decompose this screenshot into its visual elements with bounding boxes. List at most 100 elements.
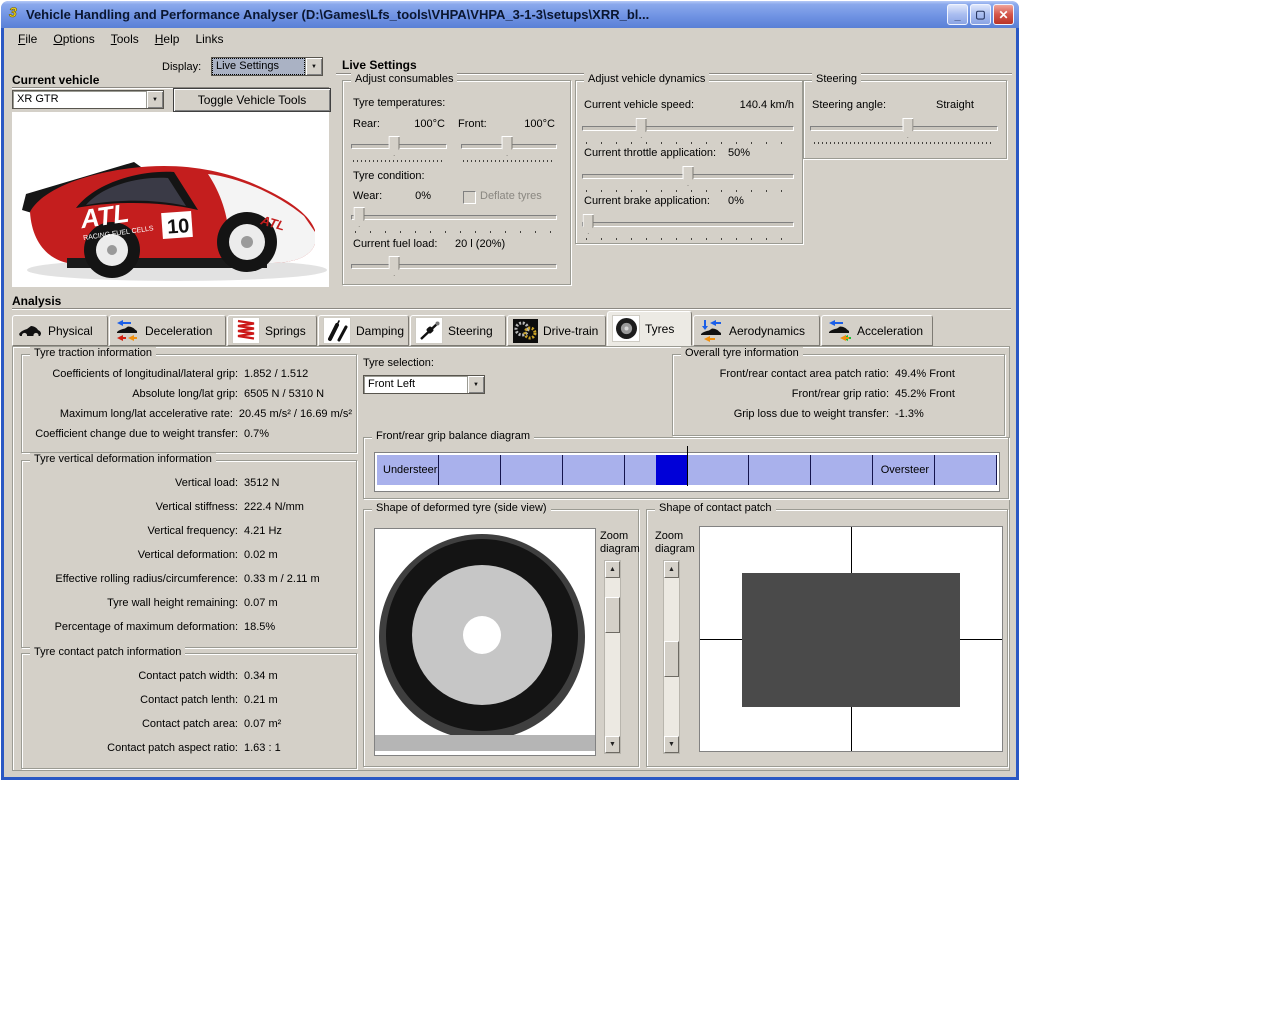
rear-temp-slider[interactable] xyxy=(351,136,447,157)
car-number-text: 10 xyxy=(166,215,190,238)
scroll-thumb[interactable] xyxy=(664,641,679,677)
tab-steering[interactable]: Steering xyxy=(410,315,506,346)
brake-slider[interactable] xyxy=(582,214,794,235)
scroll-down-button[interactable]: ▼ xyxy=(605,736,620,753)
aero-arrows-icon xyxy=(698,318,724,343)
steering-rack-icon xyxy=(415,317,443,344)
maximize-button[interactable]: ▢ xyxy=(970,4,991,25)
info-row: Front/rear contact area patch ratio: 49.4… xyxy=(677,368,1000,388)
chevron-down-icon: ▼ xyxy=(152,96,158,103)
info-value: 0.02 m xyxy=(244,549,278,561)
tyre-selection-button[interactable]: ▼ xyxy=(467,376,484,393)
group-title: Adjust vehicle dynamics xyxy=(584,73,710,85)
maximize-icon: ▢ xyxy=(975,8,986,21)
menu-help[interactable]: Help xyxy=(147,30,188,48)
throttle-label: Current throttle application: xyxy=(584,147,717,159)
tyre-contact-group: Tyre contact patch information Contact p… xyxy=(21,646,357,769)
minimize-button[interactable]: _ xyxy=(947,4,968,25)
slider-thumb[interactable] xyxy=(388,256,400,276)
front-temp-slider[interactable] xyxy=(461,136,557,157)
fuel-slider[interactable] xyxy=(351,256,557,277)
slider-thumb[interactable] xyxy=(388,136,400,156)
tab-damping[interactable]: Damping xyxy=(318,315,409,346)
scroll-down-button[interactable]: ▼ xyxy=(664,736,679,753)
adjust-dynamics-group: Adjust vehicle dynamics Current vehicle … xyxy=(575,73,803,244)
scroll-up-button[interactable]: ▲ xyxy=(605,561,620,578)
arrow-down-icon: ▼ xyxy=(609,741,616,748)
tab-tyres[interactable]: Tyres xyxy=(607,311,692,346)
info-value: 0.34 m xyxy=(244,670,278,682)
info-value: 49.4% Front xyxy=(895,368,955,380)
tyre-deformation-group: Tyre vertical deformation information Ve… xyxy=(21,453,357,648)
tyre-icon xyxy=(612,315,640,342)
arrow-up-icon: ▲ xyxy=(668,566,675,573)
info-label: Contact patch aspect ratio: xyxy=(107,742,238,754)
slider-thumb[interactable] xyxy=(682,166,694,186)
slider-thumb[interactable] xyxy=(353,207,365,227)
info-label: Vertical stiffness: xyxy=(155,501,238,513)
display-combobox-value: Live Settings xyxy=(212,58,305,75)
info-label: Coefficient change due to weight transfe… xyxy=(35,428,238,440)
info-row: Absolute long/lat grip: 6505 N / 5310 N xyxy=(26,388,352,408)
display-combobox-button[interactable]: ▼ xyxy=(305,58,322,75)
group-title: Shape of deformed tyre (side view) xyxy=(372,502,551,514)
slider-thumb[interactable] xyxy=(902,118,914,138)
grip-balance-marker xyxy=(656,455,687,485)
menu-links[interactable]: Links xyxy=(187,30,231,48)
tab-springs[interactable]: Springs xyxy=(227,315,317,346)
display-combobox[interactable]: Live Settings ▼ xyxy=(211,57,323,76)
slider-thumb[interactable] xyxy=(582,214,594,234)
damper-icon xyxy=(323,317,351,344)
tyre-selection-combobox[interactable]: Front Left ▼ xyxy=(363,375,485,394)
tyre-condition-label: Tyre condition: xyxy=(353,170,425,182)
group-title: Tyre vertical deformation information xyxy=(30,453,216,465)
grip-segment xyxy=(501,455,563,485)
steering-slider[interactable] xyxy=(810,118,998,139)
toggle-vehicle-tools-button[interactable]: Toggle Vehicle Tools xyxy=(173,88,331,112)
info-row: Vertical deformation: 0.02 m xyxy=(26,549,352,573)
chevron-down-icon: ▼ xyxy=(311,63,317,70)
grip-segment xyxy=(935,455,997,485)
scroll-up-button[interactable]: ▲ xyxy=(664,561,679,578)
info-label: Vertical load: xyxy=(175,477,238,489)
arrow-down-icon: ▼ xyxy=(668,741,675,748)
slider-thumb[interactable] xyxy=(635,118,647,138)
close-button[interactable]: ✕ xyxy=(993,4,1014,25)
vehicle-combobox-button[interactable]: ▼ xyxy=(146,91,163,108)
contact-patch-zoom-scrollbar[interactable]: ▲ ▼ xyxy=(663,560,680,754)
tab-deceleration[interactable]: Deceleration xyxy=(109,315,226,346)
analysis-panel: Tyre traction information Coefficients o… xyxy=(12,346,1010,771)
slider-ticks xyxy=(586,142,790,144)
tab-label: Physical xyxy=(48,323,93,338)
group-title: Tyre contact patch information xyxy=(30,646,186,658)
menu-tools[interactable]: Tools xyxy=(103,30,147,48)
steering-group: Steering Steering angle: Straight xyxy=(803,73,1007,159)
info-row: Coefficients of longitudinal/lateral gri… xyxy=(26,368,352,388)
menubar: File Options Tools Help Links xyxy=(4,28,1016,49)
info-label: Vertical frequency: xyxy=(147,525,239,537)
info-row: Grip loss due to weight transfer: -1.3% xyxy=(677,408,1000,428)
slider-thumb[interactable] xyxy=(501,136,513,156)
tab-drivetrain[interactable]: Drive-train xyxy=(507,315,606,346)
tab-label: Tyres xyxy=(645,321,675,336)
menu-options[interactable]: Options xyxy=(45,30,102,48)
info-row: Contact patch lenth: 0.21 m xyxy=(26,694,352,718)
wear-slider[interactable] xyxy=(351,207,557,228)
deflate-tyres-checkbox[interactable] xyxy=(463,191,476,204)
speed-slider[interactable] xyxy=(582,118,794,139)
slider-ticks xyxy=(463,160,555,162)
vehicle-combobox[interactable]: XR GTR ▼ xyxy=(12,90,164,109)
info-value: 1.852 / 1.512 xyxy=(244,368,309,380)
throttle-slider[interactable] xyxy=(582,166,794,187)
info-label: Maximum long/lat accelerative rate: xyxy=(59,408,233,420)
scroll-thumb[interactable] xyxy=(605,597,620,633)
vehicle-image: ATL RACING FUEL CELLS 10 ATL xyxy=(12,112,329,287)
tab-physical[interactable]: Physical xyxy=(12,315,108,346)
tab-aerodynamics[interactable]: Aerodynamics xyxy=(693,315,820,346)
tab-acceleration[interactable]: Acceleration xyxy=(821,315,933,346)
group-title: Tyre traction information xyxy=(30,347,156,359)
deflate-tyres-label: Deflate tyres xyxy=(480,190,542,202)
deformed-tyre-zoom-scrollbar[interactable]: ▲ ▼ xyxy=(604,560,621,754)
grip-center-line xyxy=(687,446,688,486)
menu-file[interactable]: File xyxy=(10,30,45,48)
